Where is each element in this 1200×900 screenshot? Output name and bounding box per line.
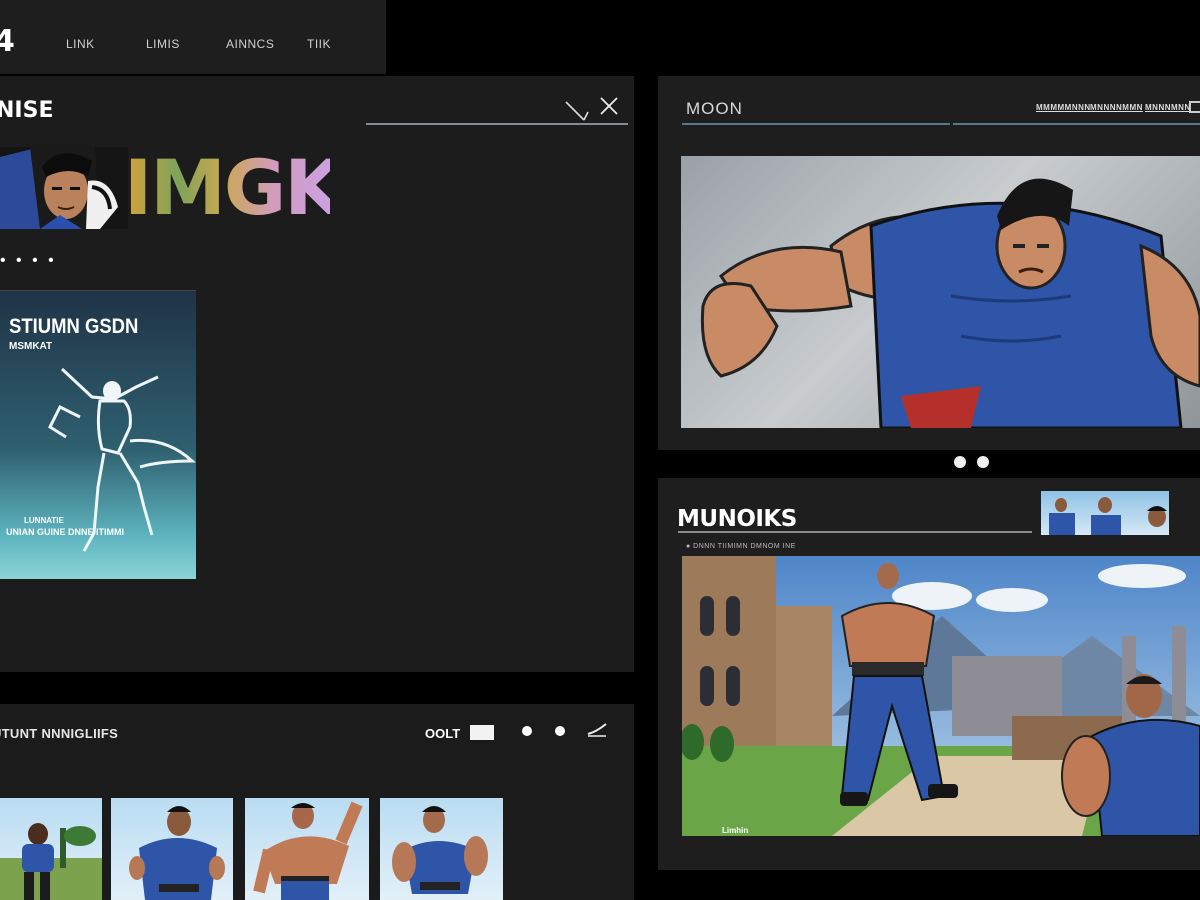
gallery-thumbnail-1[interactable] — [0, 798, 102, 900]
gallery-option-dot-2[interactable] — [555, 726, 565, 736]
monuments-title: MUNOIKS — [677, 506, 797, 532]
featured-tab-3[interactable]: MNNNMNN — [1145, 103, 1191, 112]
banner-character-art — [0, 147, 128, 229]
featured-title: MOON — [686, 99, 743, 118]
scene-art — [682, 556, 1200, 836]
monuments-scene-image[interactable] — [682, 556, 1200, 836]
featured-tab-2[interactable]: MNNNNMMN — [1090, 103, 1143, 112]
gallery-thumbnail-3[interactable] — [245, 798, 369, 900]
thumbnail-art-1 — [0, 823, 102, 900]
poster-card[interactable]: STIUMN GSDN MSMKAT LUNNATIE UNIAN GUINE … — [0, 290, 196, 579]
monuments-preview-thumbnail[interactable] — [1041, 491, 1169, 535]
gallery-thumbnail-2[interactable] — [111, 798, 233, 900]
gallery-title: UTUNT NNNIGLIIFS — [0, 726, 119, 741]
banner-title: IMGK — [124, 147, 330, 229]
thumbnail-art-3 — [253, 801, 363, 900]
gallery-view-toggle[interactable] — [470, 725, 494, 740]
featured-divider-left — [682, 123, 950, 125]
carousel-dot-1[interactable] — [954, 456, 966, 468]
poster-credit-bottom: UNIAN GUINE DNNE ITIMMI — [6, 527, 124, 537]
nav-link-4[interactable]: TIIK — [307, 37, 331, 51]
featured-tab-1[interactable]: MMMMMNNN — [1036, 103, 1091, 112]
expand-icon[interactable] — [1189, 101, 1200, 113]
monuments-meta: ● DNNN TIIMIMN DMNOM INE — [686, 543, 796, 550]
poster-title: STIUMN GSDN — [9, 315, 139, 338]
edit-icon[interactable] — [586, 722, 608, 738]
site-logo[interactable]: 4 — [0, 24, 15, 59]
featured-divider-right — [953, 123, 1200, 125]
gallery-option-dot-1[interactable] — [522, 726, 532, 736]
carousel-dot-2[interactable] — [977, 456, 989, 468]
top-nav: 4 LINK LIMIS AINNCS TIIK — [0, 0, 386, 74]
monuments-divider — [678, 531, 1032, 533]
poster-credit-top: LUNNATIE — [24, 516, 64, 525]
nav-link-1[interactable]: LINK — [66, 37, 95, 51]
nav-link-3[interactable]: AINNCS — [226, 37, 274, 51]
nav-link-2[interactable]: LIMIS — [146, 37, 180, 51]
banner-pagination[interactable]: • • • • — [0, 252, 57, 270]
featured-hero-image[interactable] — [681, 156, 1200, 428]
scene-caption: Limhin — [722, 826, 749, 835]
section-title: NISE — [0, 98, 54, 123]
hero-character-art — [700, 178, 1200, 428]
thumbnail-art-2 — [129, 806, 225, 900]
gallery-sort-label: OOLT — [425, 726, 461, 741]
preview-thumbnail-art — [1049, 497, 1167, 535]
gallery-thumbnail-4[interactable] — [380, 798, 503, 900]
hero-banner[interactable]: IMGK — [0, 147, 330, 229]
close-icon[interactable] — [598, 95, 620, 117]
thumbnail-art-4 — [392, 806, 488, 894]
search-icon[interactable] — [562, 98, 590, 124]
poster-subtitle: MSMKAT — [9, 341, 53, 352]
